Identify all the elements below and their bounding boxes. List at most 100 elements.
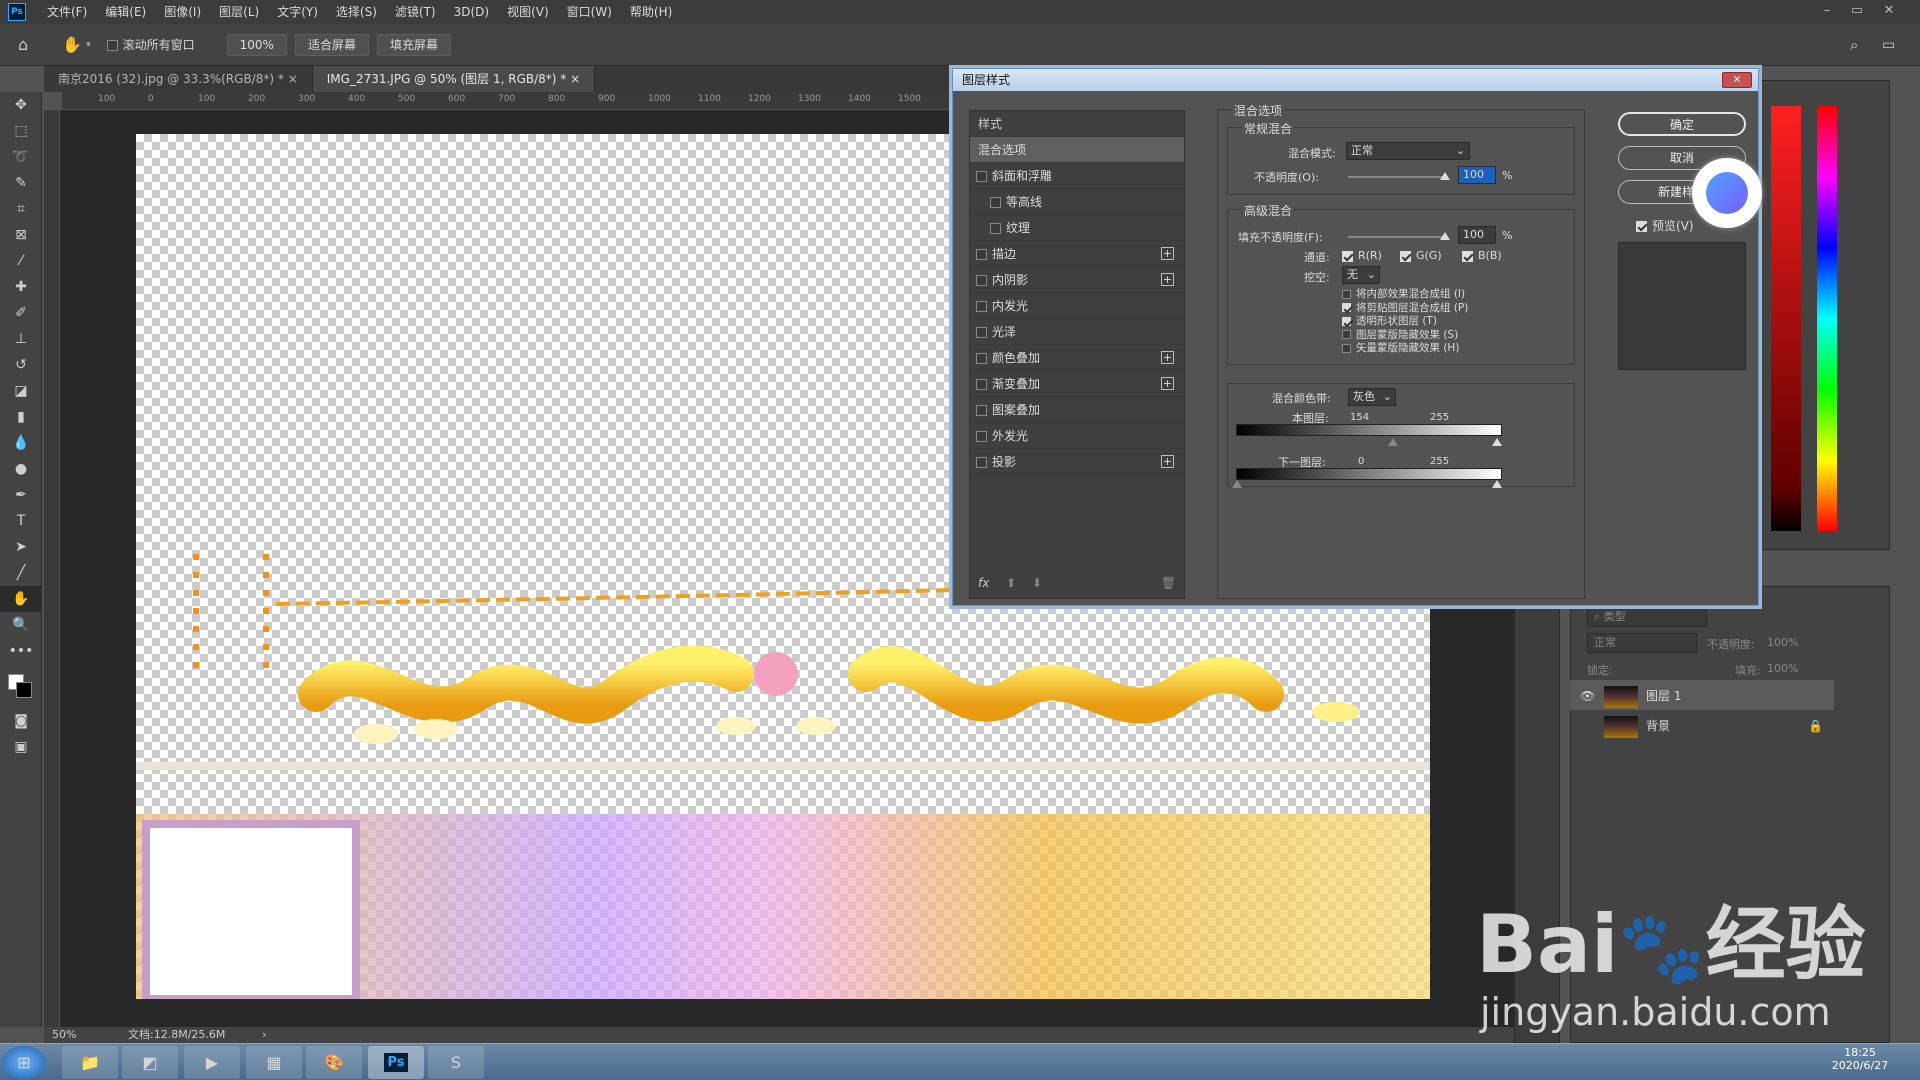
hand-tool-icon[interactable]: ✋ [0, 586, 42, 612]
style-checkbox[interactable] [976, 431, 987, 442]
chevron-down-icon[interactable]: ▾ [86, 40, 91, 50]
style-row[interactable]: 纹理 [970, 215, 1184, 241]
type-tool-icon[interactable]: T [0, 508, 42, 534]
add-effect-icon[interactable]: + [1161, 351, 1174, 364]
blend-if-dropdown[interactable]: 灰色 ⌄ [1348, 388, 1396, 406]
style-row[interactable]: 图案叠加 [970, 397, 1184, 423]
layer-row[interactable]: 👁 图层 1 [1572, 682, 1834, 710]
style-row[interactable]: 外发光 [970, 423, 1184, 449]
style-checkbox[interactable] [976, 379, 987, 390]
style-row[interactable]: 投影 + [970, 449, 1184, 475]
home-icon[interactable]: ⌂ [18, 35, 28, 54]
style-row[interactable]: 内发光 [970, 293, 1184, 319]
close-icon[interactable]: × [570, 72, 580, 86]
opacity-slider[interactable] [1348, 176, 1444, 178]
move-tool-icon[interactable]: ✥ [0, 92, 42, 118]
add-effect-icon[interactable]: + [1161, 377, 1174, 390]
option-checkbox[interactable] [1342, 303, 1351, 312]
style-checkbox[interactable] [976, 327, 987, 338]
workspace-icon[interactable]: ▭ [1882, 37, 1895, 53]
under-layer-white-thumb[interactable] [1492, 480, 1502, 488]
style-checkbox[interactable] [976, 249, 987, 260]
status-arrow[interactable]: › [262, 1027, 266, 1043]
style-checkbox[interactable] [976, 405, 987, 416]
menu-item[interactable]: 视图(V) [498, 0, 558, 24]
dodge-tool-icon[interactable]: ● [0, 456, 42, 482]
blend-mode-dropdown[interactable]: 正常 ⌄ [1346, 142, 1470, 160]
style-row[interactable]: 混合选项 [970, 137, 1184, 163]
move-up-icon[interactable]: ⬆ [1006, 576, 1016, 590]
menu-item[interactable]: 窗口(W) [558, 0, 621, 24]
more-tools-icon[interactable]: ••• [0, 638, 42, 664]
style-row[interactable]: 光泽 [970, 319, 1184, 345]
frame-tool-icon[interactable]: ⊠ [0, 222, 42, 248]
blend-mode-select[interactable]: 正常 [1587, 633, 1697, 653]
menu-item[interactable]: 3D(D) [445, 0, 498, 24]
style-row[interactable]: 描边 + [970, 241, 1184, 267]
minimize-button[interactable]: – [1812, 0, 1842, 24]
menu-item[interactable]: 编辑(E) [96, 0, 155, 24]
calculator-icon[interactable]: ▦ [246, 1046, 302, 1079]
history-brush-icon[interactable]: ↺ [0, 352, 42, 378]
eraser-tool-icon[interactable]: ◪ [0, 378, 42, 404]
fit-screen-button[interactable]: 适合屏幕 [294, 33, 369, 56]
close-icon[interactable]: × [288, 72, 298, 86]
crop-tool-icon[interactable]: ⌗ [0, 196, 42, 222]
pen-tool-icon[interactable]: ✒ [0, 482, 42, 508]
zoom-100-button[interactable]: 100% [226, 33, 287, 56]
layer-row[interactable]: 背景 🔒 [1572, 712, 1834, 740]
menu-item[interactable]: 文字(Y) [268, 0, 327, 24]
option-checkbox[interactable] [1342, 330, 1351, 339]
knockout-dropdown[interactable]: 无 ⌄ [1342, 266, 1380, 284]
style-checkbox[interactable] [990, 197, 1001, 208]
hue-slider[interactable] [1817, 106, 1837, 531]
fill-opacity-thumb[interactable] [1440, 232, 1450, 240]
option-checkbox[interactable] [1342, 316, 1351, 326]
screen-mode-icon[interactable]: ▣ [0, 734, 42, 760]
opacity-input[interactable]: 100 [1458, 166, 1496, 184]
under-layer-gradient[interactable] [1236, 468, 1502, 480]
trash-icon[interactable]: 🗑 [1161, 576, 1176, 590]
blur-tool-icon[interactable]: 💧 [0, 430, 42, 456]
clock[interactable]: 18:25 2020/6/27 [1820, 1046, 1900, 1072]
lasso-tool-icon[interactable]: ➰ [0, 144, 42, 170]
color-swatches[interactable] [0, 664, 41, 708]
option-checkbox[interactable] [1342, 343, 1351, 353]
advanced-option[interactable]: 矢量蒙版隐藏效果 (H) [1342, 340, 1459, 355]
scroll-all-checkbox[interactable]: 滚动所有窗口 [106, 36, 195, 53]
paint-icon[interactable]: 🎨 [306, 1046, 362, 1079]
style-checkbox[interactable] [976, 275, 987, 286]
styles-header[interactable]: 样式 [970, 111, 1184, 137]
fill-value[interactable]: 100% [1767, 662, 1798, 675]
marquee-tool-icon[interactable]: ⬚ [0, 118, 42, 144]
opacity-slider-thumb[interactable] [1440, 172, 1450, 180]
photoshop-taskbar-icon[interactable]: Ps [368, 1046, 424, 1079]
start-button[interactable]: ⊞ [2, 1046, 46, 1079]
channel-g[interactable]: G(G) [1400, 249, 1442, 262]
channel-b[interactable]: B(B) [1462, 249, 1502, 262]
hand-tool-icon[interactable]: ✋ [62, 35, 82, 54]
style-row[interactable]: 渐变叠加 + [970, 371, 1184, 397]
brush-tool-icon[interactable]: ✐ [0, 300, 42, 326]
add-effect-icon[interactable]: + [1161, 247, 1174, 260]
style-row[interactable]: 斜面和浮雕 [970, 163, 1184, 189]
eye-icon[interactable]: 👁 [1580, 682, 1595, 710]
zoom-readout[interactable]: 50% [52, 1027, 76, 1043]
tab-img2731[interactable]: IMG_2731.JPG @ 50% (图层 1, RGB/8*) * × [312, 66, 596, 92]
opacity-value[interactable]: 100% [1767, 636, 1798, 649]
this-layer-white-thumb[interactable] [1492, 438, 1502, 446]
layer-filter[interactable]: ⌕ 类型 [1587, 607, 1707, 627]
under-layer-black-thumb[interactable] [1232, 480, 1242, 488]
this-layer-gradient[interactable] [1236, 424, 1502, 436]
channel-r[interactable]: R(R) [1342, 249, 1382, 262]
tab-nanjing[interactable]: 南京2016 (32).jpg @ 33.3%(RGB/8*) * × [44, 66, 313, 92]
style-checkbox[interactable] [976, 353, 987, 364]
fill-opacity-input[interactable]: 100 [1458, 226, 1496, 244]
this-layer-black-thumb[interactable] [1388, 438, 1398, 446]
search-icon[interactable]: ⌕ [1850, 36, 1858, 54]
eyedropper-icon[interactable]: ⁄ [0, 248, 42, 274]
option-checkbox[interactable] [1342, 289, 1351, 299]
style-checkbox[interactable] [976, 171, 987, 182]
style-checkbox[interactable] [990, 223, 1001, 234]
fill-opacity-slider[interactable] [1348, 236, 1444, 238]
